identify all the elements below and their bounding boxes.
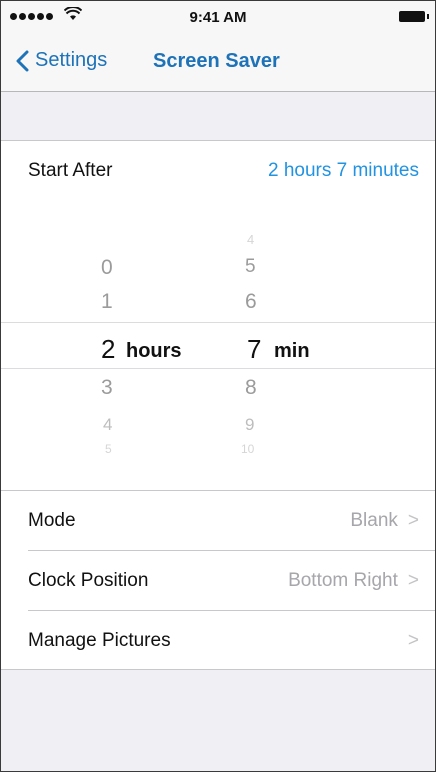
mode-row[interactable]: Mode Blank > — [1, 491, 435, 550]
status-bar: 9:41 AM — [1, 1, 435, 33]
picker-option[interactable]: 4 — [247, 232, 254, 247]
picker-option[interactable]: 1 — [101, 290, 113, 314]
back-button-label: Settings — [35, 49, 108, 71]
manage-pictures-row[interactable]: Manage Pictures > — [1, 611, 435, 670]
picker-option[interactable]: 9 — [245, 415, 254, 435]
hours-unit-label: hours — [126, 340, 182, 362]
chevron-left-icon — [16, 50, 29, 71]
chevron-right-icon: > — [407, 630, 419, 651]
device-frame: 9:41 AM Settings Screen Saver Start Afte… — [0, 0, 436, 772]
start-after-row[interactable]: Start After 2 hours 7 minutes — [1, 141, 435, 200]
mode-value: Blank > — [350, 510, 419, 531]
status-time: 9:41 AM — [189, 9, 247, 26]
mode-label: Mode — [28, 510, 76, 531]
picker-option[interactable]: 0 — [101, 256, 113, 280]
picker-option[interactable]: 6 — [245, 290, 257, 314]
hours-selected-value[interactable]: 2 — [101, 334, 115, 365]
picker-option[interactable]: 4 — [103, 415, 112, 435]
picker-selection-top-line — [1, 322, 435, 323]
manage-pictures-value: > — [398, 630, 419, 652]
picker-selection-bottom-line — [1, 368, 435, 369]
chevron-right-icon: > — [407, 510, 419, 531]
picker-option[interactable]: 8 — [245, 376, 257, 400]
picker-option[interactable]: 5 — [105, 442, 112, 456]
minutes-selected-value[interactable]: 7 — [247, 334, 261, 365]
minutes-unit-label: min — [274, 340, 310, 362]
start-after-label: Start After — [28, 160, 113, 181]
start-after-value: 2 hours 7 minutes — [267, 160, 419, 181]
picker-option[interactable]: 10 — [241, 442, 254, 456]
clock-position-label: Clock Position — [28, 570, 149, 591]
duration-picker[interactable]: 0 1 2 hours 3 4 5 4 5 6 7 min 8 9 10 — [1, 200, 435, 490]
manage-pictures-label: Manage Pictures — [28, 630, 171, 651]
clock-position-row[interactable]: Clock Position Bottom Right > — [1, 551, 435, 610]
navigation-bar: Settings Screen Saver — [1, 33, 435, 92]
clock-position-value: Bottom Right > — [288, 570, 419, 591]
picker-option[interactable]: 5 — [245, 256, 256, 278]
picker-option[interactable]: 3 — [101, 376, 113, 400]
chevron-right-icon: > — [407, 570, 419, 591]
back-button[interactable]: Settings — [15, 49, 107, 72]
page-title: Screen Saver — [153, 50, 280, 72]
options-section: Mode Blank > Clock Position Bottom Right >… — [1, 490, 435, 670]
battery-icon — [399, 11, 429, 22]
